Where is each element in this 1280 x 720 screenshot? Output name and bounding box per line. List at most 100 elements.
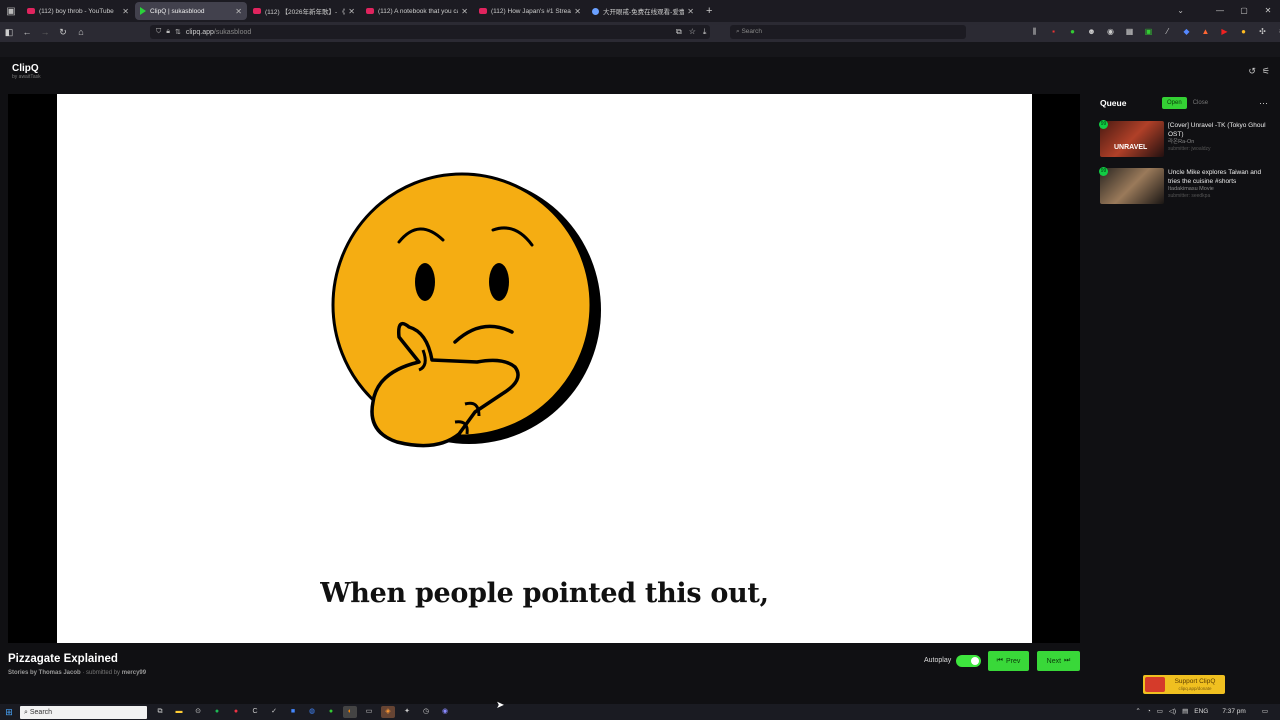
video-player[interactable]: When people pointed this out, (8, 94, 1080, 643)
browser-tab[interactable]: (112) A notebook that you can ✕ (361, 2, 473, 20)
app-c-icon[interactable]: C (248, 706, 262, 718)
app-globe-icon[interactable]: ◍ (305, 706, 319, 718)
home-icon[interactable]: ⌂ (72, 27, 90, 37)
lock-icon[interactable]: 🔒︎ (166, 28, 170, 36)
extension-badge-icon[interactable]: ▪ (1047, 25, 1060, 39)
app-clock-icon[interactable]: ◷ (419, 706, 433, 718)
close-window-icon[interactable]: ✕ (1256, 0, 1280, 22)
app-blue-icon[interactable]: ■ (286, 706, 300, 718)
close-tab-icon[interactable]: ✕ (574, 7, 581, 16)
list-tabs-chevron-icon[interactable]: ⌄ (1177, 0, 1184, 22)
queue-item-title: [Cover] Unravel -TK (Tokyo Ghoul OST) (1168, 122, 1266, 138)
youtube-icon (479, 8, 487, 14)
menu-icon[interactable]: ≡ (1275, 25, 1280, 39)
address-actions: ⧉ ☆ ⤓ (676, 25, 706, 39)
language-indicator[interactable]: ENG (1194, 704, 1208, 720)
download-icon[interactable]: ⤓ (703, 25, 707, 39)
extension-orange-icon[interactable]: ▲ (1199, 25, 1212, 39)
site-permissions-icon[interactable]: ⇅ (175, 28, 181, 36)
close-tab-icon[interactable]: ✕ (235, 7, 242, 16)
firefox-icon[interactable]: ◐ (343, 706, 357, 718)
app-byline: by awaitTask (12, 74, 41, 80)
extension-green-icon[interactable]: ● (1066, 25, 1079, 39)
tab-overview-icon[interactable]: ▣ (0, 0, 22, 22)
task-view-icon[interactable]: ⧉ (153, 706, 167, 718)
tray-app-icon[interactable]: ◔ (1147, 704, 1151, 720)
close-tab-icon[interactable]: ✕ (348, 7, 355, 16)
extension-green-square-icon[interactable]: ▣ (1142, 25, 1155, 39)
video-submitter[interactable]: mercy99 (122, 670, 146, 676)
queue-item[interactable]: 99 UNRAVEL [Cover] Unravel -TK (Tokyo Gh… (1099, 120, 1280, 165)
browser-tab[interactable]: (112) boy throb - YouTube ✕ (22, 2, 134, 20)
minimize-icon[interactable]: — (1208, 0, 1232, 22)
app-check-icon[interactable]: ✓ (267, 706, 281, 718)
app-red-icon[interactable]: ● (229, 706, 243, 718)
app-green-icon[interactable]: ● (324, 706, 338, 718)
address-bar[interactable]: ⛉ 🔒︎ ⇅ clipq.app/sukasblood (150, 25, 710, 39)
browser-tab[interactable]: (112) How Japan's #1 Streamer ✕ (474, 2, 586, 20)
extension-ghost-icon[interactable]: ☻ (1085, 25, 1098, 39)
steam-icon[interactable]: ✦ (400, 706, 414, 718)
extension-youtube-icon[interactable]: ▶ (1218, 25, 1231, 39)
spotify-icon[interactable]: ● (210, 706, 224, 718)
tray-misc-icon[interactable]: ▤ (1182, 704, 1188, 720)
settings-sliders-icon[interactable]: ⚟ (1262, 66, 1270, 77)
translate-icon[interactable]: ⧉ (676, 25, 682, 39)
video-meta: Stories by Thomas Jacob · submitted by m… (8, 670, 146, 676)
maximize-icon[interactable]: ▢ (1232, 0, 1256, 22)
windows-start-icon[interactable]: ⊞ (0, 707, 18, 718)
more-options-icon[interactable]: ⋯ (1259, 98, 1268, 109)
notifications-icon[interactable]: ▭ (1262, 704, 1268, 720)
close-tab-icon[interactable]: ✕ (122, 7, 129, 16)
queue-title: Queue (1100, 98, 1127, 108)
extension-slash-icon[interactable]: ⁄ (1161, 25, 1174, 39)
tray-chevron-icon[interactable]: ⌃ (1135, 704, 1140, 720)
video-channel[interactable]: Stories by Thomas Jacob (8, 670, 81, 676)
app-name: ClipQ (12, 63, 39, 74)
prev-button[interactable]: ⏮ Prev (988, 651, 1029, 671)
next-button[interactable]: Next ⏭ (1037, 651, 1080, 671)
extensions-puzzle-icon[interactable]: ✣ (1256, 25, 1269, 39)
extension-blue-icon[interactable]: ◆ (1180, 25, 1193, 39)
queue-item-meta: [Cover] Unravel -TK (Tokyo Ghoul OST) 라온… (1168, 121, 1272, 165)
app-orange-icon[interactable]: ◈ (381, 706, 395, 718)
new-tab-icon[interactable]: + (706, 5, 712, 17)
sidebar-icon[interactable]: ◧ (0, 27, 18, 38)
reload-icon[interactable]: ↻ (54, 27, 72, 38)
browser-tab[interactable]: 大开眼戒-免费在线观看-爱壹帆 ✕ (587, 2, 699, 20)
queue-item[interactable]: 99 Uncle Mike explores Taiwan and tries … (1099, 167, 1280, 212)
queue-open-button[interactable]: Open (1162, 97, 1187, 109)
browser-tab[interactable]: (112) 【2026年新年歌】- 《仙 ✕ (248, 2, 360, 20)
video-frame[interactable]: When people pointed this out, (57, 94, 1032, 643)
browser-tab-active[interactable]: ClipQ | sukasblood ✕ (135, 2, 247, 20)
extension-yellow-icon[interactable]: ● (1237, 25, 1250, 39)
extension-circle-icon[interactable]: ◉ (1104, 25, 1117, 39)
forward-icon[interactable]: → (36, 27, 54, 37)
shield-icon[interactable]: ⛉ (156, 28, 161, 36)
skip-next-icon: ⏭ (1064, 657, 1071, 664)
queue-close-button[interactable]: Close (1187, 97, 1214, 109)
support-url: clipq.app/donate (1178, 685, 1212, 691)
library-icon[interactable]: ⫼ (1028, 25, 1041, 39)
tab-title: (112) 【2026年新年歌】- 《仙 (265, 9, 346, 16)
close-tab-icon[interactable]: ✕ (687, 7, 694, 16)
network-icon[interactable]: ▭ (1157, 704, 1163, 720)
volume-icon[interactable]: ◁) (1169, 704, 1176, 720)
support-clipq-button[interactable]: Support ClipQ clipq.app/donate (1143, 675, 1225, 694)
taskbar-search-input[interactable]: ⌕ Search (20, 705, 147, 719)
app-icon[interactable]: ⊙ (191, 706, 205, 718)
brand[interactable]: ClipQ by awaitTask (12, 63, 41, 80)
history-icon[interactable]: ↺ (1248, 66, 1256, 77)
browser-search-input[interactable]: ⌕ Search (730, 25, 966, 39)
clock[interactable]: 7:37 pm (1222, 704, 1246, 720)
queue-thumbnail: 99 (1099, 167, 1164, 204)
file-explorer-icon[interactable]: ▬ (172, 706, 186, 718)
bookmark-star-icon[interactable]: ☆ (689, 25, 696, 39)
close-tab-icon[interactable]: ✕ (461, 7, 468, 16)
youtube-icon (366, 8, 374, 14)
app-gamepad-icon[interactable]: ▭ (362, 706, 376, 718)
back-icon[interactable]: ← (18, 27, 36, 37)
discord-icon[interactable]: ◉ (438, 706, 452, 718)
autoplay-toggle[interactable] (956, 655, 981, 667)
extension-grid-icon[interactable]: ▦ (1123, 25, 1136, 39)
